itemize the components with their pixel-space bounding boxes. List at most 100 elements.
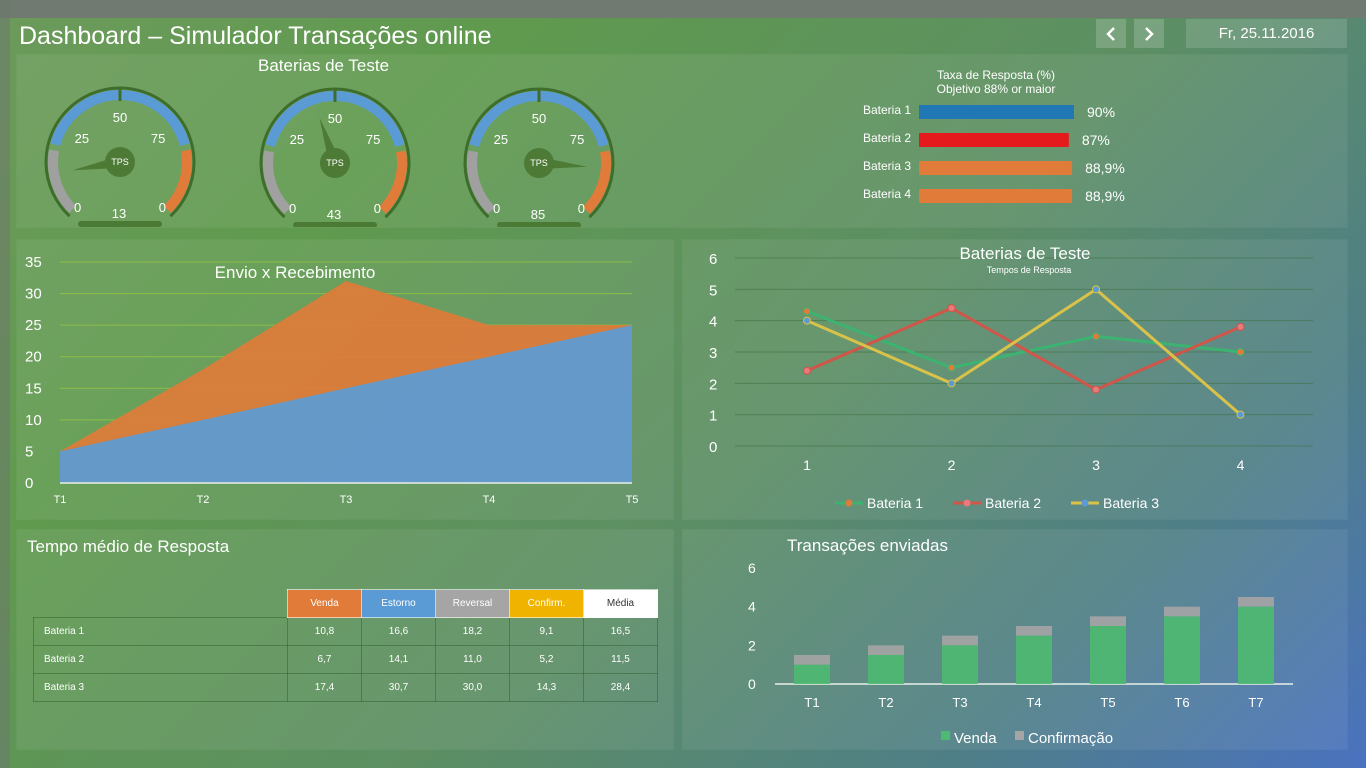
gauge-tick-label: 75 — [570, 132, 584, 147]
table-corner — [34, 590, 288, 618]
line-legend-marker — [963, 499, 971, 507]
bar-x-tick: T3 — [952, 695, 967, 710]
table-cell: 17,4 — [287, 673, 362, 702]
rate-bar — [919, 133, 1069, 147]
line-point — [1236, 348, 1245, 356]
gauge-base — [497, 222, 581, 227]
bar-legend-swatch — [1015, 731, 1024, 740]
line-chart: 0 1 2 3 4 5 6 1 2 3 4 Baterias de Teste Tempos de Re… — [709, 244, 1313, 511]
rate-bar-value: 88,9% — [1085, 160, 1125, 176]
area-y-tick: 20 — [25, 349, 42, 366]
rate-bar-value: 87% — [1082, 132, 1110, 148]
line-x-tick: 4 — [1237, 457, 1245, 473]
row-label: Bateria 1 — [33, 617, 288, 646]
bar-x-tick: T6 — [1174, 695, 1189, 710]
table-cell: 16,6 — [361, 617, 436, 646]
bar-segment — [794, 655, 830, 665]
area-x-tick: T5 — [626, 494, 639, 506]
prev-button[interactable] — [1096, 19, 1126, 48]
gauge-tick-label: 25 — [290, 132, 304, 147]
line-y-tick: 1 — [709, 408, 717, 425]
bar-x-tick: T7 — [1248, 695, 1263, 710]
line-point — [1092, 385, 1100, 394]
line-legend-label: Bateria 1 — [867, 495, 923, 511]
date-display[interactable]: Fr, 25.11.2016 — [1186, 19, 1347, 48]
bar-x-tick: T1 — [804, 695, 819, 710]
area-x-tick: T3 — [340, 494, 353, 506]
line-point — [1092, 285, 1100, 294]
gauge-unit: TPS — [530, 158, 548, 168]
line-subtitle: Tempos de Resposta — [987, 265, 1072, 275]
line-point — [947, 379, 956, 388]
gauge: 0 25 50 75 0 TPS 13 — [44, 86, 196, 227]
window-top-band — [0, 0, 1366, 18]
gauge-value: 13 — [112, 206, 126, 221]
bar-x-tick: T5 — [1100, 695, 1115, 710]
line-point — [803, 366, 811, 375]
gauges-group: 0 25 50 75 0 TPS 13 0 25 50 75 0 TPS 43 0 25 50 75 0 TPS 85 — [44, 86, 615, 227]
table-cell: 16,5 — [583, 617, 658, 646]
rate-bar-value: 90% — [1087, 104, 1115, 120]
rate-bar — [919, 189, 1073, 203]
bar-x-tick: T2 — [878, 695, 893, 710]
line-y-tick: 0 — [709, 439, 717, 456]
area-y-tick: 10 — [25, 412, 42, 429]
table-cell: 11,5 — [583, 645, 658, 674]
gauge-unit: TPS — [326, 158, 344, 168]
bar-segment — [1090, 616, 1126, 626]
bar-segment — [868, 645, 904, 655]
area-y-tick: 0 — [25, 475, 33, 492]
line-x-tick: 3 — [1092, 457, 1100, 473]
line-point — [803, 316, 811, 325]
line-point — [947, 363, 956, 372]
gauge-tick-label: 25 — [494, 132, 508, 147]
bar-segment — [942, 635, 978, 646]
table-cell: 30,7 — [361, 673, 436, 702]
line-x-tick: 2 — [948, 457, 956, 473]
table-cell: 5,2 — [509, 645, 584, 674]
area-x-tick: T2 — [197, 494, 210, 506]
gauge-unit: TPS — [111, 157, 129, 167]
rate-bar-label: Bateria 2 — [863, 131, 911, 145]
table-cell: 10,8 — [287, 617, 362, 646]
rate-bar-label: Bateria 4 — [863, 187, 911, 201]
bar-y-tick: 4 — [748, 599, 756, 615]
next-button[interactable] — [1134, 19, 1164, 48]
bar-legend-label: Venda — [954, 730, 997, 747]
table-cell: 28,4 — [583, 673, 658, 702]
line-legend-label: Bateria 2 — [985, 495, 1041, 511]
line-x-tick: 1 — [803, 457, 811, 473]
gauge-tick-label: 75 — [366, 132, 380, 147]
area-y-tick: 5 — [25, 443, 33, 460]
header-estorno: Estorno — [361, 589, 436, 618]
area-y-tick: 30 — [25, 286, 42, 303]
table-cell: 6,7 — [287, 645, 362, 674]
gauge-tick-label: 0 — [374, 201, 381, 216]
bar-segment — [1016, 626, 1052, 636]
line-y-tick: 2 — [709, 376, 717, 393]
table-header-row: Venda Estorno Reversal Confirm. Média — [34, 589, 658, 618]
bar-y-tick: 2 — [748, 637, 756, 653]
line-legend-marker — [845, 499, 853, 507]
header-reversal: Reversal — [435, 589, 510, 618]
bar-segment — [942, 645, 978, 684]
area-chart: 0 5 10 15 20 25 30 35 T1 T2 T3 T4 T5 Envio x Recebime… — [25, 254, 639, 506]
table-cell: 14,3 — [509, 673, 584, 702]
rate-bar — [919, 161, 1073, 175]
line-legend-marker — [1081, 499, 1089, 507]
gauge-value: 85 — [531, 207, 545, 222]
table-cell: 11,0 — [435, 645, 510, 674]
page-title: Dashboard – Simulador Transações online — [19, 22, 492, 50]
line-y-tick: 6 — [709, 251, 717, 268]
gauge-tick-label: 0 — [289, 201, 296, 216]
bar-segment — [1090, 626, 1126, 684]
gauge-tick-label: 25 — [75, 131, 89, 146]
line-point — [1092, 332, 1100, 341]
rate-bar — [919, 105, 1074, 119]
area-y-tick: 25 — [25, 317, 42, 334]
response-time-table: Venda Estorno Reversal Confirm. Média Ba… — [33, 589, 658, 702]
rate-bar-label: Bateria 1 — [863, 103, 911, 117]
bar-legend-swatch — [941, 731, 950, 740]
header-venda: Venda — [287, 589, 362, 618]
chevron-left-icon — [1106, 26, 1115, 41]
